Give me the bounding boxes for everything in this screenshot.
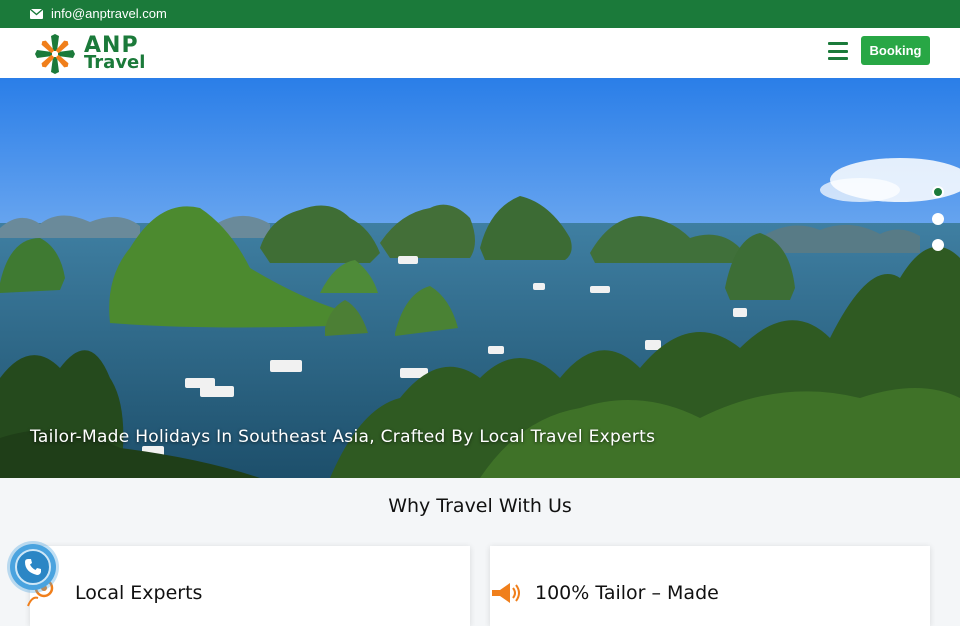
slide-dot-3[interactable] <box>932 239 944 251</box>
email-text: info@anptravel.com <box>51 6 167 21</box>
call-button-inner <box>15 549 51 585</box>
hamburger-icon[interactable] <box>828 42 848 60</box>
hero-slider: Tailor-Made Holidays In Southeast Asia, … <box>0 78 960 478</box>
contact-email[interactable]: info@anptravel.com <box>30 6 167 21</box>
logo-text: ANP Travel <box>84 35 146 73</box>
slide-dot-2[interactable] <box>932 213 944 225</box>
slide-dot-1[interactable] <box>932 186 944 198</box>
phone-icon <box>25 559 41 575</box>
logo[interactable]: ANP Travel <box>34 33 145 75</box>
megaphone-icon <box>492 583 520 603</box>
site-header: ANP Travel Booking <box>0 28 960 78</box>
logo-icon <box>35 34 75 74</box>
envelope-icon <box>30 8 43 19</box>
booking-button[interactable]: Booking <box>861 36 930 65</box>
top-bar: info@anptravel.com <box>0 0 960 28</box>
feature-card-local-experts: Local Experts <box>27 546 470 626</box>
call-button[interactable] <box>10 544 56 590</box>
hero-caption: Tailor-Made Holidays In Southeast Asia, … <box>30 427 656 447</box>
feature-title: 100% Tailor – Made <box>535 582 719 604</box>
hero-image <box>0 78 960 478</box>
feature-title: Local Experts <box>75 582 203 604</box>
logo-line2: Travel <box>84 52 146 73</box>
feature-card-tailor-made: 100% Tailor – Made <box>490 546 930 626</box>
section-title: Why Travel With Us <box>388 495 572 517</box>
